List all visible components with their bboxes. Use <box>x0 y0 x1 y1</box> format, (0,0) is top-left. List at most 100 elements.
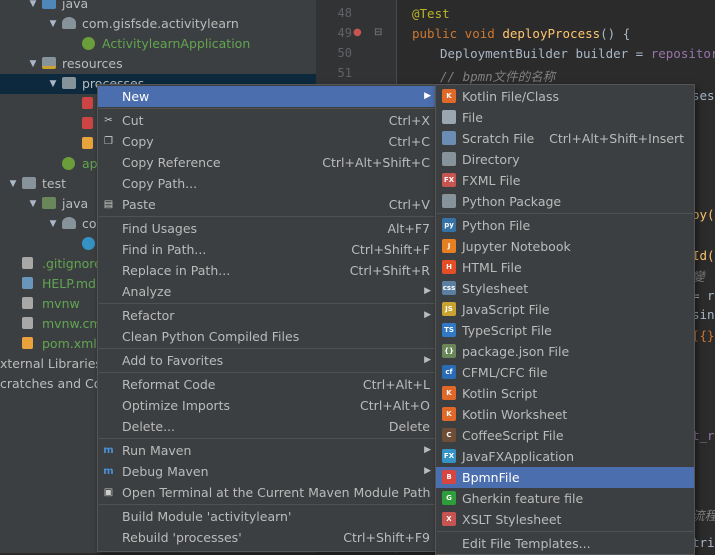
terminal-icon: ▣ <box>103 487 114 498</box>
submenu-item-label: Directory <box>462 152 520 167</box>
expand-arrow-icon[interactable]: ▼ <box>48 214 58 234</box>
code-text: () { <box>600 26 631 41</box>
submenu-item-label: Python Package <box>462 194 562 209</box>
package-json-icon: {} <box>442 344 456 358</box>
submenu-item-gherkin-feature-file[interactable]: G Gherkin feature file <box>436 488 694 509</box>
submenu-item-jupyter-notebook[interactable]: J Jupyter Notebook <box>436 236 694 257</box>
menu-item-copy-path[interactable]: Copy Path... <box>98 173 436 194</box>
submenu-item-file[interactable]: File <box>436 107 694 128</box>
xslt-stylesheet-icon: X <box>442 512 456 526</box>
menu-item-label: Copy <box>122 134 154 149</box>
menu-item-label: Optimize Imports <box>122 398 231 413</box>
tree-node-activitylearnapplication[interactable]: ActivitylearnApplication <box>0 34 316 54</box>
menu-shortcut: Ctrl+X <box>388 113 430 128</box>
menu-item-label: Rebuild 'processes' <box>122 530 242 545</box>
submenu-item-python-package[interactable]: Python Package <box>436 191 694 212</box>
submenu-item-label: Scratch File <box>462 131 535 146</box>
menu-item-find-in-path[interactable]: Find in Path... Ctrl+Shift+F <box>98 239 436 260</box>
tree-node-label: resources <box>62 56 123 71</box>
submenu-item-label: BpmnFile <box>462 470 520 485</box>
menu-item-rebuild-processes[interactable]: Rebuild 'processes' Ctrl+Shift+F9 <box>98 527 436 548</box>
copy-icon: ❐ <box>104 136 113 147</box>
menu-item-label: Replace in Path... <box>122 263 231 278</box>
expand-arrow-icon[interactable]: ▼ <box>28 0 38 14</box>
context-menu[interactable]: New ▶ ✂ Cut Ctrl+X ❐ Copy Ctrl+C Copy Reference C… <box>97 84 437 552</box>
menu-item-label: Analyze <box>122 284 172 299</box>
menu-item-delete[interactable]: Delete... Delete <box>98 416 436 437</box>
menu-item-label: Build Module 'activitylearn' <box>122 509 292 524</box>
menu-item-debug-maven[interactable]: m Debug Maven ▶ <box>98 461 436 482</box>
menu-item-paste[interactable]: ▤ Paste Ctrl+V <box>98 194 436 215</box>
menu-item-label: Debug Maven <box>122 464 209 479</box>
submenu-item-label: FXML File <box>462 173 521 188</box>
menu-item-run-maven[interactable]: m Run Maven ▶ <box>98 440 436 461</box>
submenu-item-package-json-file[interactable]: {} package.json File <box>436 341 694 362</box>
menu-item-copy[interactable]: ❐ Copy Ctrl+C <box>98 131 436 152</box>
submenu-item-python-file[interactable]: py Python File <box>436 215 694 236</box>
submenu-item-kotlin-file-class[interactable]: K Kotlin File/Class <box>436 86 694 107</box>
menu-item-analyze[interactable]: Analyze ▶ <box>98 281 436 302</box>
menu-item-clean-python-compiled-files[interactable]: Clean Python Compiled Files <box>98 326 436 347</box>
submenu-item-coffeescript-file[interactable]: C CoffeeScript File <box>436 425 694 446</box>
expand-arrow-icon[interactable]: ▼ <box>28 194 38 214</box>
code-line-50: DeploymentBuilder builder = repositoryS <box>440 46 715 61</box>
menu-item-reformat-code[interactable]: Reformat Code Ctrl+Alt+L <box>98 374 436 395</box>
code-fragment: tri <box>692 535 715 550</box>
submenu-item-bpmnfile[interactable]: B BpmnFile <box>436 467 694 488</box>
submenu-item-javafxapplication[interactable]: FX JavaFXApplication <box>436 446 694 467</box>
menu-item-replace-in-path[interactable]: Replace in Path... Ctrl+Shift+R <box>98 260 436 281</box>
tree-node-com-gisfsde-activitylearn[interactable]: ▼ com.gisfsde.activitylearn <box>0 14 316 34</box>
menu-shortcut: Ctrl+Alt+Shift+C <box>322 155 430 170</box>
submenu-item-cfml-cfc-file[interactable]: cf CFML/CFC file <box>436 362 694 383</box>
spring-icon <box>62 157 75 170</box>
folder-res-icon <box>42 57 56 69</box>
expand-arrow-icon[interactable]: ▼ <box>48 14 58 34</box>
menu-item-open-terminal-at-the-current-maven-module-path[interactable]: ▣ Open Terminal at the Current Maven Modu… <box>98 482 436 503</box>
class-icon <box>82 237 95 250</box>
javascript-file-icon: JS <box>442 302 456 316</box>
menu-item-refactor[interactable]: Refactor ▶ <box>98 305 436 326</box>
menu-item-copy-reference[interactable]: Copy Reference Ctrl+Alt+Shift+C <box>98 152 436 173</box>
submenu-item-scratch-file[interactable]: Scratch File Ctrl+Alt+Shift+Insert <box>436 128 694 149</box>
menu-item-optimize-imports[interactable]: Optimize Imports Ctrl+Alt+O <box>98 395 436 416</box>
submenu-item-kotlin-worksheet[interactable]: K Kotlin Worksheet <box>436 404 694 425</box>
tree-node-resources[interactable]: ▼ resources <box>0 54 316 74</box>
submenu-item-javascript-file[interactable]: JS JavaScript File <box>436 299 694 320</box>
tree-node-label: .gitignore <box>42 256 102 271</box>
expand-arrow-icon[interactable]: ▼ <box>8 174 18 194</box>
menu-item-cut[interactable]: ✂ Cut Ctrl+X <box>98 110 436 131</box>
tree-node-java[interactable]: ▼ java <box>0 0 316 14</box>
submenu-arrow-icon: ▶ <box>424 466 431 476</box>
fold-icon[interactable]: ⊟ <box>374 27 382 38</box>
submenu-item-html-file[interactable]: H HTML File <box>436 257 694 278</box>
menu-shortcut: Ctrl+Alt+L <box>362 377 430 392</box>
menu-item-build-module-activitylearn[interactable]: Build Module 'activitylearn' <box>98 506 436 527</box>
submenu-item-edit-file-templates[interactable]: Edit File Templates... <box>436 533 694 554</box>
menu-shortcut: Ctrl+Shift+F <box>351 242 430 257</box>
menu-separator <box>99 372 435 373</box>
file-icon <box>22 257 33 269</box>
menu-shortcut: Ctrl+Shift+R <box>349 263 430 278</box>
file-icon <box>22 317 33 329</box>
submenu-item-fxml-file[interactable]: FX FXML File <box>436 170 694 191</box>
menu-item-add-to-favorites[interactable]: Add to Favorites ▶ <box>98 350 436 371</box>
submenu-item-xslt-stylesheet[interactable]: X XSLT Stylesheet <box>436 509 694 530</box>
expand-arrow-icon[interactable]: ▼ <box>48 74 58 94</box>
submenu-item-kotlin-script[interactable]: K Kotlin Script <box>436 383 694 404</box>
submenu-arrow-icon: ▶ <box>424 355 431 365</box>
menu-separator <box>99 216 435 217</box>
submenu-arrow-icon: ▶ <box>424 91 431 101</box>
python-file-icon: py <box>442 218 456 232</box>
paste-icon: ▤ <box>103 199 114 210</box>
maven-icon: m <box>103 445 114 456</box>
new-submenu[interactable]: K Kotlin File/Class File Scratch File Ctrl+A… <box>435 84 695 555</box>
code-fragment: ses <box>692 88 715 103</box>
submenu-item-directory[interactable]: Directory <box>436 149 694 170</box>
expand-arrow-icon[interactable]: ▼ <box>28 54 38 74</box>
menu-item-new[interactable]: New ▶ <box>98 86 436 107</box>
menu-separator <box>99 348 435 349</box>
submenu-item-typescript-file[interactable]: TS TypeScript File <box>436 320 694 341</box>
submenu-item-stylesheet[interactable]: css Stylesheet <box>436 278 694 299</box>
menu-item-find-usages[interactable]: Find Usages Alt+F7 <box>98 218 436 239</box>
run-test-icon[interactable]: ● <box>353 27 362 38</box>
